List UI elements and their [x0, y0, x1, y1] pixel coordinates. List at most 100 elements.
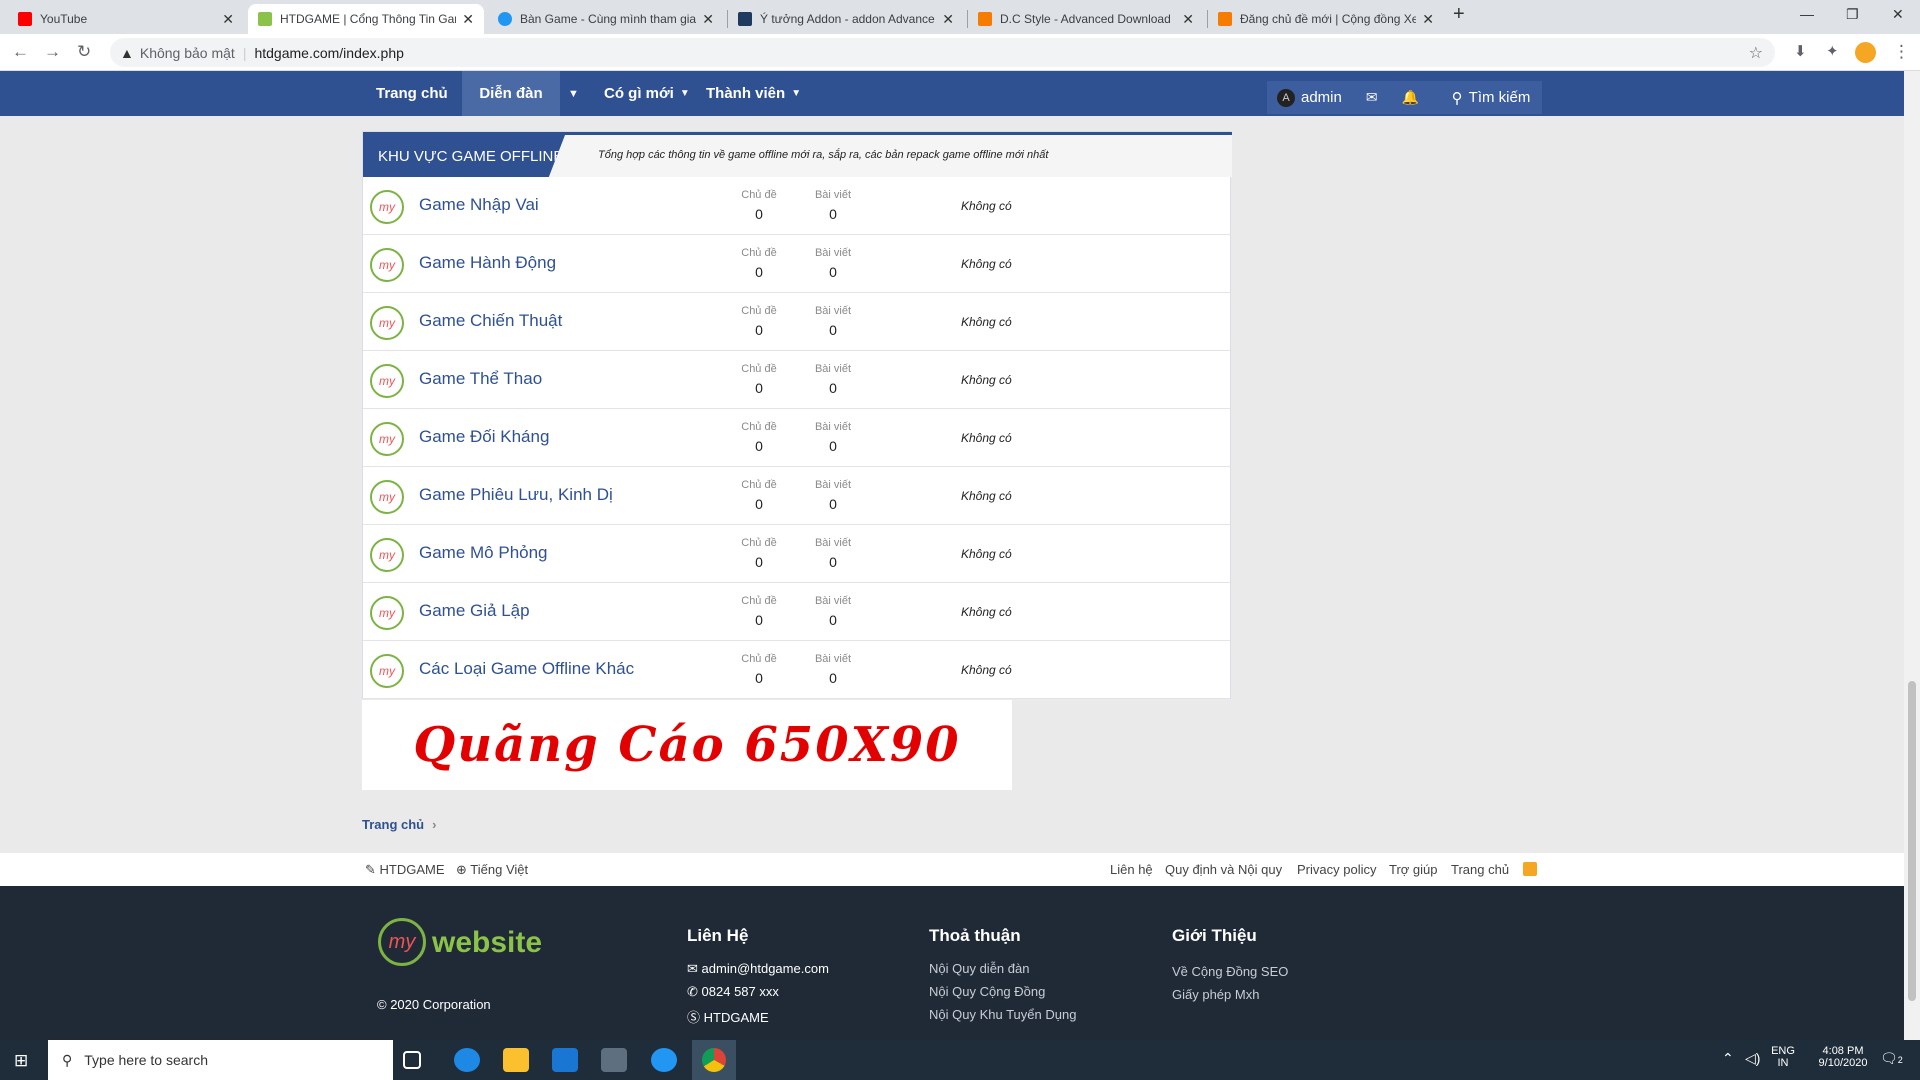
profile-avatar[interactable] — [1855, 42, 1876, 63]
posts-count: 0 — [829, 206, 837, 222]
forum-title-link[interactable]: Game Thể Thao — [419, 369, 542, 389]
tab-dang-chu-de[interactable]: Đăng chủ đề mới | Cộng đồng Xe ✕ — [1208, 4, 1444, 34]
forum-title-link[interactable]: Game Phiêu Lưu, Kinh Dị — [419, 485, 613, 505]
close-tab-icon[interactable]: ✕ — [1422, 11, 1434, 28]
file-explorer-icon[interactable] — [503, 1048, 529, 1072]
footer-link-help[interactable]: Trợ giúp — [1389, 862, 1438, 877]
forum-row[interactable]: my Game Nhập Vai Chủ đề 0 Bài viết 0 Không có — [363, 177, 1230, 235]
download-icon[interactable]: ⬇ — [1794, 42, 1807, 60]
nav-forum[interactable]: Diễn đàn — [462, 71, 560, 116]
threads-label: Chủ đề — [741, 595, 777, 607]
tab-addon[interactable]: Ý tưởng Addon - addon Advance ✕ — [728, 4, 964, 34]
tray-chevron-icon[interactable]: ⌃ — [1722, 1050, 1734, 1067]
forum-title-link[interactable]: Game Mô Phỏng — [419, 543, 548, 563]
forum-icon: my — [370, 538, 404, 572]
rss-icon[interactable] — [1523, 862, 1537, 876]
forum-row[interactable]: my Game Hành Động Chủ đề 0 Bài viết 0 Không có — [363, 235, 1230, 293]
threads-count: 0 — [755, 612, 763, 628]
notification-icon[interactable]: 🗨2 — [1880, 1050, 1903, 1067]
forum-row[interactable]: my Game Chiến Thuật Chủ đề 0 Bài viết 0 Không … — [363, 293, 1230, 351]
forum-title-link[interactable]: Game Chiến Thuật — [419, 311, 562, 331]
omnibox[interactable]: ▲ Không bảo mật | htdgame.com/index.php … — [110, 38, 1775, 67]
footer-email[interactable]: ✉ admin@htdgame.com — [687, 961, 829, 977]
style-chooser[interactable]: ✎ HTDGAME — [365, 862, 445, 878]
extensions-icon[interactable]: ✦ — [1826, 42, 1839, 60]
footer-link-home[interactable]: Trang chủ — [1451, 862, 1509, 877]
forum-title-link[interactable]: Game Nhập Vai — [419, 195, 539, 215]
category-description: Tổng hợp các thông tin về game offline m… — [598, 149, 1049, 161]
footer-intro-link[interactable]: Về Cộng Đồng SEO — [1172, 964, 1288, 979]
windows-start-icon[interactable]: ⊞ — [14, 1051, 28, 1071]
page-scrollbar[interactable] — [1904, 71, 1920, 1040]
mail-icon[interactable]: ✉ — [1366, 89, 1378, 106]
forum-row[interactable]: my Game Mô Phỏng Chủ đề 0 Bài viết 0 Không có — [363, 525, 1230, 583]
nav-home[interactable]: Trang chủ — [360, 71, 464, 116]
footer-intro-link[interactable]: Giấy phép Mxh — [1172, 987, 1259, 1002]
footer-term-link[interactable]: Nội Quy Cộng Đồng — [929, 984, 1045, 999]
close-tab-icon[interactable]: ✕ — [462, 11, 474, 28]
footer-term-link[interactable]: Nội Quy diễn đàn — [929, 961, 1029, 976]
nav-members[interactable]: Thành viên ▼ — [706, 71, 801, 116]
menu-icon[interactable]: ⋮ — [1893, 42, 1910, 62]
edge-icon[interactable] — [454, 1048, 480, 1072]
chrome-taskbar-button[interactable] — [692, 1040, 736, 1080]
forum-title-link[interactable]: Game Hành Động — [419, 253, 556, 273]
forum-row[interactable]: my Game Đối Kháng Chủ đề 0 Bài viết 0 Không có — [363, 409, 1230, 467]
close-window-icon[interactable]: ✕ — [1892, 6, 1904, 23]
footer-logo-icon: my — [378, 918, 426, 966]
minimize-icon[interactable]: — — [1800, 6, 1814, 22]
reload-icon[interactable]: ↻ — [77, 42, 91, 62]
tab-dc-style[interactable]: D.C Style - Advanced Download ✕ — [968, 4, 1204, 34]
forum-icon: my — [370, 364, 404, 398]
category-title[interactable]: KHU VỰC GAME OFFLINE — [363, 135, 565, 177]
close-tab-icon[interactable]: ✕ — [942, 11, 954, 28]
footer-link-contact[interactable]: Liên hệ — [1110, 862, 1153, 877]
close-tab-icon[interactable]: ✕ — [222, 11, 234, 28]
bookmark-star-icon[interactable]: ☆ — [1749, 43, 1763, 63]
search-button[interactable]: ⚲ Tìm kiếm — [1440, 81, 1542, 114]
browser-tab-bar: YouTube ✕ HTDGAME | Cổng Thông Tin Gam ✕… — [0, 0, 1920, 34]
taskbar-search-input[interactable]: ⚲ Type here to search — [48, 1040, 393, 1080]
tab-htdgame[interactable]: HTDGAME | Cổng Thông Tin Gam ✕ — [248, 4, 484, 34]
close-tab-icon[interactable]: ✕ — [702, 11, 714, 28]
ad-banner[interactable]: Quãng Cáo 650X90 — [362, 700, 1012, 790]
tab-youtube[interactable]: YouTube ✕ — [8, 4, 244, 34]
forum-title-link[interactable]: Game Đối Kháng — [419, 427, 549, 447]
footer-logo-text: website — [432, 926, 543, 959]
close-tab-icon[interactable]: ✕ — [1182, 11, 1194, 28]
url-text[interactable]: htdgame.com/index.php — [254, 45, 403, 61]
forum-row[interactable]: my Game Thể Thao Chủ đề 0 Bài viết 0 Không có — [363, 351, 1230, 409]
back-icon[interactable]: ← — [12, 42, 29, 62]
footer-term-link[interactable]: Nội Quy Khu Tuyển Dụng — [929, 1007, 1076, 1022]
scrollbar-thumb[interactable] — [1908, 681, 1916, 1001]
mail-app-icon[interactable] — [552, 1048, 578, 1072]
volume-icon[interactable]: ◁) — [1745, 1050, 1760, 1067]
user-menu[interactable]: A admin ✉ 🔔 — [1267, 81, 1445, 114]
forward-icon[interactable]: → — [44, 42, 61, 62]
posts-count: 0 — [829, 670, 837, 686]
nav-whats-new[interactable]: Có gì mới ▼ — [604, 71, 690, 116]
forum-dropdown-icon[interactable]: ▼ — [568, 71, 579, 116]
forum-title-link[interactable]: Game Giả Lập — [419, 601, 530, 621]
tab-ban-game[interactable]: Bàn Game - Cùng mình tham gia ✕ — [488, 4, 724, 34]
restore-icon[interactable]: ❐ — [1846, 6, 1859, 23]
site-favicon-icon — [258, 12, 272, 26]
footer-link-rules[interactable]: Quy định và Nội quy — [1165, 862, 1282, 877]
bell-icon[interactable]: 🔔 — [1402, 89, 1419, 106]
forum-title-link[interactable]: Các Loại Game Offline Khác — [419, 659, 634, 679]
footer-skype[interactable]: Ⓢ HTDGAME — [687, 1007, 769, 1026]
breadcrumb[interactable]: Trang chủ › — [362, 817, 436, 832]
language-indicator[interactable]: ENG IN — [1768, 1045, 1798, 1069]
store-icon[interactable] — [601, 1048, 627, 1072]
last-post: Không có — [961, 547, 1012, 561]
clock[interactable]: 4:08 PM 9/10/2020 — [1808, 1045, 1878, 1069]
forum-row[interactable]: my Các Loại Game Offline Khác Chủ đề 0 Bài v… — [363, 641, 1230, 699]
footer-link-privacy[interactable]: Privacy policy — [1297, 862, 1376, 877]
new-tab-button[interactable]: + — [1453, 3, 1465, 26]
forum-row[interactable]: my Game Giả Lập Chủ đề 0 Bài viết 0 Không có — [363, 583, 1230, 641]
forum-row[interactable]: my Game Phiêu Lưu, Kinh Dị Chủ đề 0 Bài viết… — [363, 467, 1230, 525]
language-chooser[interactable]: ⊕ Tiếng Việt — [456, 862, 528, 878]
threads-label: Chủ đề — [741, 189, 777, 201]
task-view-icon[interactable] — [403, 1051, 421, 1069]
zalo-icon[interactable] — [651, 1048, 677, 1072]
